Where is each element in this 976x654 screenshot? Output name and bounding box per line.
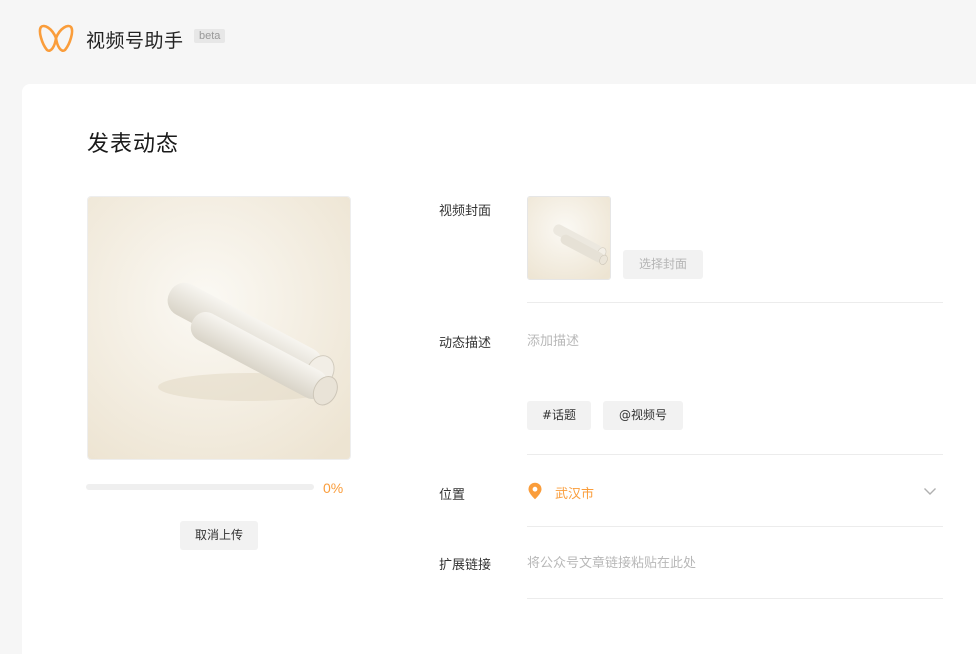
mention-button[interactable]: @视频号 [603, 401, 683, 430]
upload-progress-text: 0% [323, 480, 344, 496]
cover-label: 视频封面 [439, 204, 492, 219]
butterfly-logo-icon [38, 24, 74, 52]
divider [527, 302, 943, 303]
cover-thumbnail-image [528, 197, 610, 279]
top-bar: 视频号助手 beta [0, 0, 976, 80]
location-select[interactable]: 武汉市 [527, 480, 943, 502]
app-title: 视频号助手 [86, 30, 184, 52]
divider [527, 598, 943, 599]
extended-link-label: 扩展链接 [439, 558, 492, 573]
publish-card: 发表动态 0% 取消上传 视频封面 选择封面 动态描述 添加描述 #话题 @视频… [22, 84, 976, 654]
location-value: 武汉市 [555, 487, 595, 502]
page-title: 发表动态 [87, 132, 180, 157]
divider [527, 454, 943, 455]
location-label: 位置 [439, 488, 466, 503]
description-label: 动态描述 [439, 336, 492, 351]
description-input[interactable] [527, 330, 927, 390]
cancel-upload-button[interactable]: 取消上传 [180, 521, 258, 550]
topic-button[interactable]: #话题 [527, 401, 591, 430]
cover-thumbnail[interactable] [527, 196, 611, 280]
video-preview[interactable] [87, 196, 351, 460]
beta-badge: beta [194, 29, 226, 43]
extended-link-input[interactable] [527, 552, 937, 574]
upload-progress-bar [86, 484, 314, 490]
video-preview-image [88, 197, 350, 459]
location-pin-icon [528, 482, 542, 500]
chevron-down-icon[interactable] [923, 484, 937, 498]
divider [527, 526, 943, 527]
choose-cover-button[interactable]: 选择封面 [623, 250, 703, 279]
